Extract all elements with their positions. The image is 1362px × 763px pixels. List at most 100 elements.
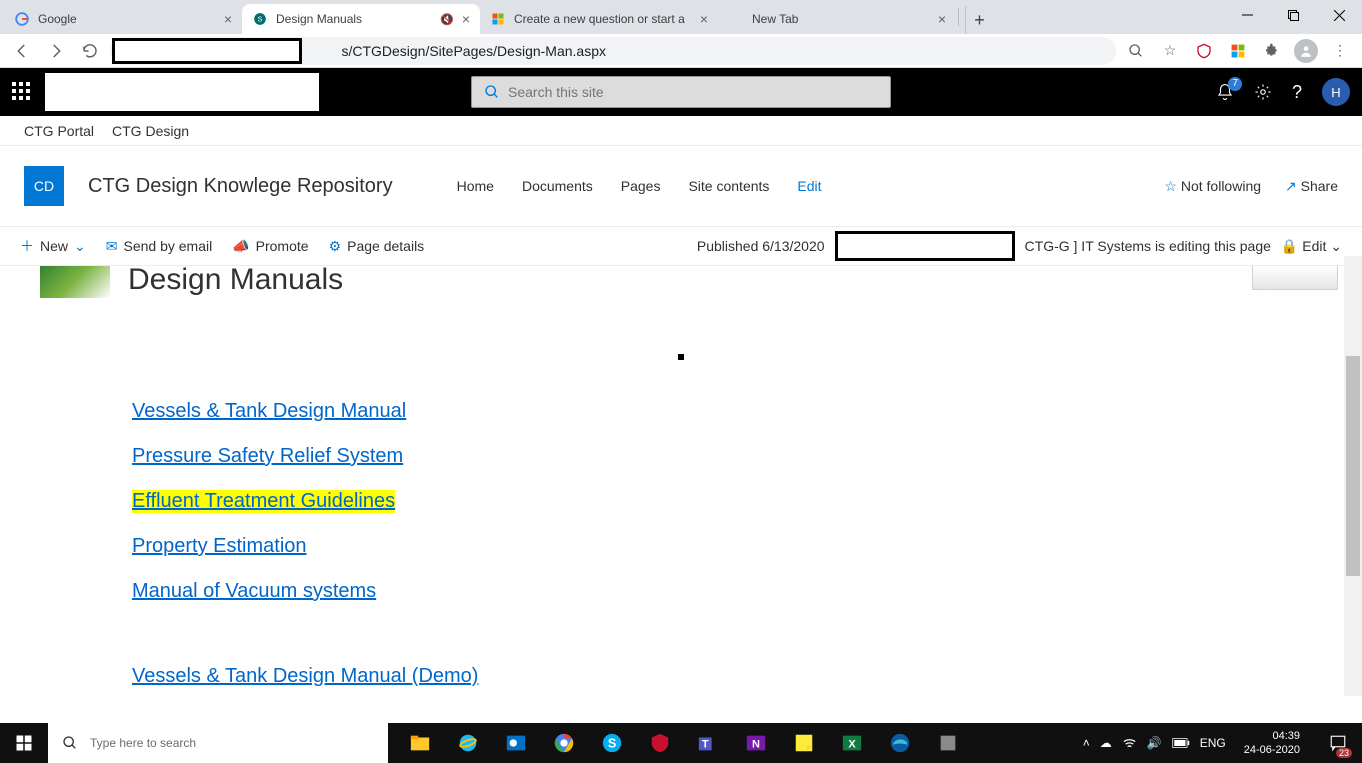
skype-icon[interactable]: S bbox=[588, 723, 636, 763]
notifications-button[interactable]: 7 bbox=[1216, 83, 1234, 101]
taskbar-apps: S T N X bbox=[396, 723, 972, 763]
manual-link-demo[interactable]: Vessels & Tank Design Manual (Demo) bbox=[132, 665, 478, 688]
windows-ext-icon[interactable] bbox=[1224, 37, 1252, 65]
unknown-app-icon[interactable] bbox=[924, 723, 972, 763]
site-title[interactable]: CTG Design Knowlege Repository bbox=[88, 175, 393, 198]
browser-tab[interactable]: New Tab × bbox=[718, 4, 956, 34]
edit-page-button[interactable]: 🔒 Edit ⌄ bbox=[1281, 238, 1342, 255]
manual-link[interactable]: Pressure Safety Relief System bbox=[132, 445, 403, 468]
minimize-button[interactable] bbox=[1224, 0, 1270, 30]
outlook-icon[interactable] bbox=[492, 723, 540, 763]
close-icon[interactable]: × bbox=[224, 11, 232, 27]
manual-link[interactable]: Vessels & Tank Design Manual bbox=[132, 400, 406, 423]
excel-icon[interactable]: X bbox=[828, 723, 876, 763]
google-favicon bbox=[14, 11, 30, 27]
share-button[interactable]: ↗ Share bbox=[1285, 178, 1338, 195]
zoom-icon[interactable] bbox=[1122, 37, 1150, 65]
promote-button[interactable]: 📣Promote bbox=[232, 238, 308, 255]
page-details-button[interactable]: ⚙Page details bbox=[329, 238, 425, 255]
svg-text:X: X bbox=[848, 739, 856, 751]
gear-icon: ⚙ bbox=[329, 238, 342, 255]
svg-text:T: T bbox=[702, 739, 709, 751]
mcafee-taskbar-icon[interactable] bbox=[636, 723, 684, 763]
tray-overflow-icon[interactable]: ˄ bbox=[1083, 736, 1090, 750]
language-indicator[interactable]: ENG bbox=[1200, 736, 1226, 750]
vertical-scrollbar[interactable] bbox=[1344, 256, 1362, 696]
svg-text:S: S bbox=[608, 736, 617, 751]
plus-icon: ＋ bbox=[20, 236, 34, 256]
breadcrumb-link[interactable]: CTG Portal bbox=[24, 123, 94, 139]
ie-icon[interactable] bbox=[444, 723, 492, 763]
chrome-icon[interactable] bbox=[540, 723, 588, 763]
scrollbar-thumb[interactable] bbox=[1346, 356, 1360, 576]
close-window-button[interactable] bbox=[1316, 0, 1362, 30]
mute-icon[interactable]: 🔇 bbox=[440, 13, 454, 26]
help-button[interactable]: ? bbox=[1292, 82, 1302, 103]
search-input[interactable] bbox=[508, 84, 878, 100]
forward-button[interactable] bbox=[42, 37, 70, 65]
user-avatar[interactable]: H bbox=[1322, 78, 1350, 106]
breadcrumb: CTG Portal CTG Design bbox=[0, 116, 1362, 146]
manual-link[interactable]: Property Estimation bbox=[132, 535, 307, 558]
decorative-image bbox=[1252, 266, 1338, 290]
url-bar[interactable]: 🔒 s/CTGDesign/SitePages/Design-Man.aspx bbox=[110, 37, 1116, 65]
tab-title: Google bbox=[38, 12, 216, 26]
back-button[interactable] bbox=[8, 37, 36, 65]
settings-button[interactable] bbox=[1254, 83, 1272, 101]
extensions-icon[interactable] bbox=[1258, 37, 1286, 65]
onedrive-icon[interactable]: ☁ bbox=[1100, 736, 1112, 750]
close-icon[interactable]: × bbox=[938, 11, 946, 27]
nav-documents[interactable]: Documents bbox=[522, 178, 593, 194]
reload-button[interactable] bbox=[76, 37, 104, 65]
blank-favicon bbox=[728, 11, 744, 27]
teams-icon[interactable]: T bbox=[684, 723, 732, 763]
site-logo[interactable]: CD bbox=[24, 166, 64, 206]
sharepoint-suite-bar: 7 ? H bbox=[0, 68, 1362, 116]
ms-favicon bbox=[490, 11, 506, 27]
redacted-tenant-name bbox=[42, 70, 322, 114]
taskbar-search[interactable]: Type here to search bbox=[48, 723, 388, 763]
browser-tab[interactable]: Google × bbox=[4, 4, 242, 34]
breadcrumb-link[interactable]: CTG Design bbox=[112, 123, 189, 139]
lock-icon: 🔒 bbox=[1281, 238, 1298, 254]
new-button[interactable]: ＋New⌄ bbox=[20, 236, 86, 256]
manual-link-highlighted[interactable]: Effluent Treatment Guidelines bbox=[132, 490, 395, 513]
search-icon bbox=[484, 84, 500, 100]
onenote-icon[interactable]: N bbox=[732, 723, 780, 763]
tab-title: Design Manuals bbox=[276, 12, 432, 26]
file-explorer-icon[interactable] bbox=[396, 723, 444, 763]
start-button[interactable] bbox=[0, 723, 48, 763]
follow-button[interactable]: ☆ Not following bbox=[1164, 178, 1261, 195]
sticky-notes-icon[interactable] bbox=[780, 723, 828, 763]
new-tab-button[interactable]: + bbox=[965, 6, 993, 34]
url-text: s/CTGDesign/SitePages/Design-Man.aspx bbox=[341, 43, 606, 59]
site-nav: Home Documents Pages Site contents Edit bbox=[457, 178, 822, 194]
app-launcher-icon[interactable] bbox=[12, 82, 32, 102]
sharepoint-search[interactable] bbox=[471, 76, 891, 108]
mcafee-icon[interactable] bbox=[1190, 37, 1218, 65]
edge-icon[interactable] bbox=[876, 723, 924, 763]
maximize-button[interactable] bbox=[1270, 0, 1316, 30]
close-icon[interactable]: × bbox=[700, 11, 708, 27]
manual-link[interactable]: Manual of Vacuum systems bbox=[132, 580, 376, 603]
volume-icon[interactable]: 🔊 bbox=[1147, 736, 1162, 750]
taskbar-clock[interactable]: 04:39 24-06-2020 bbox=[1236, 729, 1308, 757]
close-icon[interactable]: × bbox=[462, 11, 470, 27]
gear-icon bbox=[1254, 83, 1272, 101]
browser-tab-active[interactable]: S Design Manuals 🔇 × bbox=[242, 4, 480, 34]
kebab-menu-icon[interactable]: ⋮ bbox=[1326, 37, 1354, 65]
nav-home[interactable]: Home bbox=[457, 178, 494, 194]
nav-site-contents[interactable]: Site contents bbox=[688, 178, 769, 194]
action-center-icon[interactable]: 23 bbox=[1318, 723, 1358, 763]
star-icon[interactable]: ☆ bbox=[1156, 37, 1184, 65]
send-email-button[interactable]: ✉Send by email bbox=[106, 238, 212, 255]
profile-avatar[interactable] bbox=[1292, 37, 1320, 65]
battery-icon[interactable] bbox=[1172, 737, 1190, 749]
page-title-area: Design Manuals bbox=[40, 266, 1322, 298]
nav-edit[interactable]: Edit bbox=[797, 178, 821, 194]
wifi-icon[interactable] bbox=[1122, 736, 1137, 751]
browser-tab[interactable]: Create a new question or start a × bbox=[480, 4, 718, 34]
browser-toolbar: 🔒 s/CTGDesign/SitePages/Design-Man.aspx … bbox=[0, 34, 1362, 68]
page-title: Design Manuals bbox=[128, 266, 343, 297]
nav-pages[interactable]: Pages bbox=[621, 178, 661, 194]
